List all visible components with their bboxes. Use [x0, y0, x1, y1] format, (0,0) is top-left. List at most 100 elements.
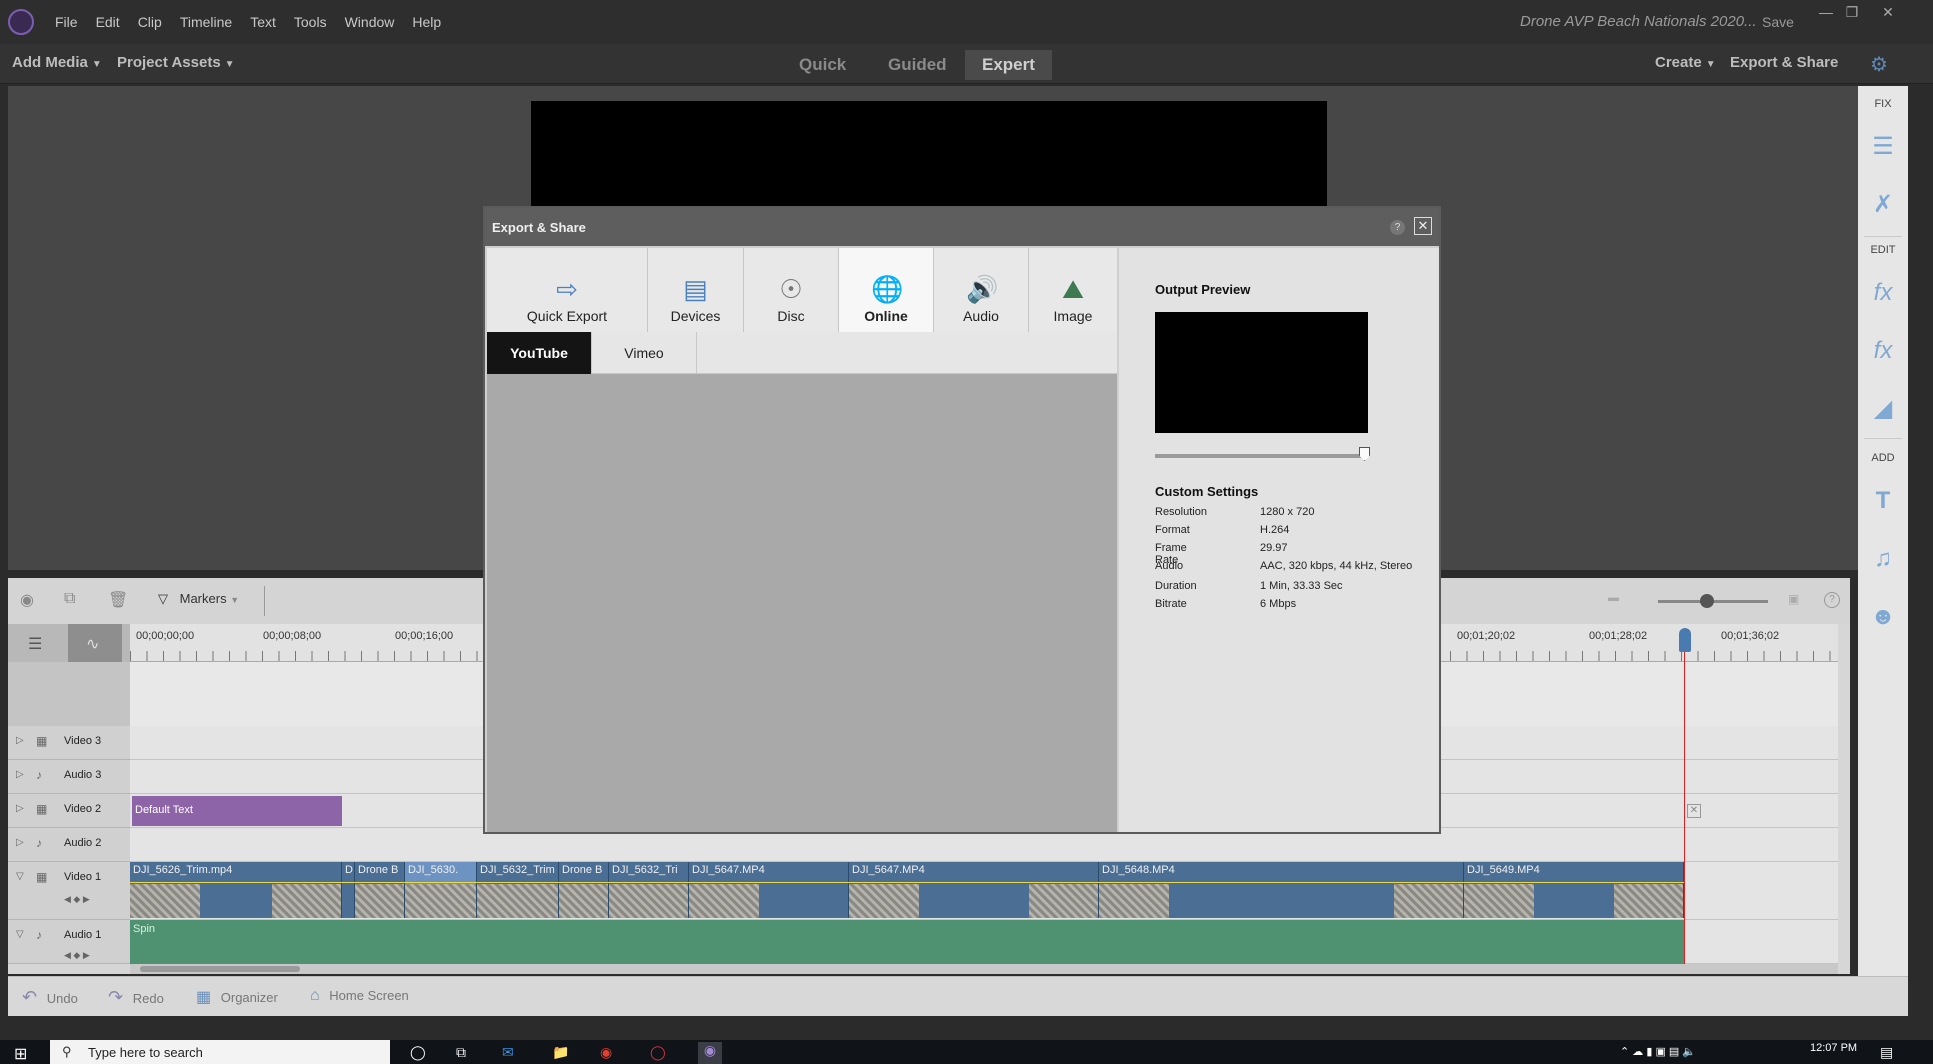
trash-icon[interactable]: 🗑 [108, 590, 128, 610]
tools-icon[interactable]: ✗ [1868, 190, 1898, 220]
create-button[interactable]: Create ▼ [1655, 54, 1716, 71]
notification-icon[interactable]: ▤ [1880, 1044, 1893, 1061]
outlook-icon[interactable]: ✉ [502, 1044, 514, 1061]
video-clip[interactable]: D [342, 862, 355, 918]
applied-effects-icon[interactable]: fx [1868, 278, 1898, 308]
menu-file[interactable]: File [55, 14, 78, 30]
video-clip[interactable]: DJI_5647.MP4 [689, 862, 849, 918]
audio-clip[interactable]: Spin [130, 920, 1684, 964]
playhead-handle[interactable] [1679, 628, 1691, 652]
organizer-button[interactable]: ▦ Organizer [196, 987, 278, 1007]
marker-x-icon[interactable]: ✕ [1687, 804, 1701, 818]
markers-dropdown[interactable]: ▽ Markers ▼ [158, 591, 239, 607]
text-clip[interactable]: Default Text [132, 796, 342, 826]
expand-icon[interactable]: ▷ [16, 837, 24, 848]
save-button[interactable]: Save [1762, 14, 1794, 30]
track-header-video-3[interactable]: ▷ ▦ Video 3 [8, 726, 130, 760]
effects-icon[interactable]: fx [1868, 336, 1898, 366]
redo-button[interactable]: ↷ Redo [108, 987, 164, 1008]
keyframe-nav-icon[interactable]: ◀ ◆ ▶ [64, 894, 90, 905]
menu-clip[interactable]: Clip [138, 14, 162, 30]
transitions-icon[interactable]: ◢ [1868, 394, 1898, 424]
menu-edit[interactable]: Edit [96, 14, 120, 30]
file-explorer-icon[interactable]: 📁 [552, 1044, 569, 1061]
track-header-video-1[interactable]: ▽ ▦ Video 1 ◀ ◆ ▶ [8, 862, 130, 920]
adjust-sliders-icon[interactable]: ☰ [1868, 132, 1898, 162]
help-icon[interactable]: ? [1824, 592, 1840, 608]
track-video-1[interactable]: DJI_5626_Trim.mp4 D Drone B DJI_5630. DJ… [130, 862, 1838, 920]
timeline-scrollbar[interactable] [130, 964, 1838, 974]
copy-icon[interactable]: ⧉ [64, 590, 75, 608]
video-monitor[interactable] [531, 101, 1327, 206]
category-image[interactable]: ⛰ Image [1029, 248, 1117, 332]
gear-icon[interactable]: ⚙ [1870, 52, 1888, 77]
premiere-elements-taskbar-icon[interactable]: ◉ [698, 1042, 722, 1064]
opacity-line[interactable] [130, 882, 1684, 883]
export-share-button[interactable]: Export & Share [1730, 54, 1838, 71]
clock[interactable]: 12:07 PM [1810, 1042, 1857, 1054]
track-header-audio-3[interactable]: ▷ ♪ Audio 3 [8, 760, 130, 794]
minimize-icon[interactable]: — [1812, 4, 1840, 24]
video-clip[interactable]: DJI_5647.MP4 [849, 862, 1099, 918]
category-audio[interactable]: 🔊 Audio [934, 248, 1029, 332]
menu-help[interactable]: Help [412, 14, 441, 30]
collapse-icon[interactable]: ▽ [16, 929, 24, 940]
menu-timeline[interactable]: Timeline [180, 14, 232, 30]
music-icon[interactable]: ♫ [1868, 544, 1898, 574]
category-disc[interactable]: ☉ Disc [744, 248, 839, 332]
menu-window[interactable]: Window [345, 14, 395, 30]
video-clip[interactable]: DJI_5632_Trim [477, 862, 559, 918]
taskbar-search[interactable]: ⚲ Type here to search [50, 1040, 390, 1064]
preview-scrubber-handle[interactable] [1359, 447, 1370, 461]
zoom-out-icon[interactable]: ▬ [1608, 592, 1619, 604]
graphics-icon[interactable]: ☻ [1868, 602, 1898, 632]
help-icon[interactable]: ? [1390, 220, 1405, 235]
scrollbar-thumb[interactable] [140, 966, 300, 972]
track-audio-1[interactable]: Spin [130, 920, 1838, 964]
tab-quick[interactable]: Quick [782, 50, 863, 80]
track-header-audio-1[interactable]: ▽ ♪ Audio 1 ◀ ◆ ▶ [8, 920, 130, 964]
audio-view-button[interactable]: ∿ [68, 624, 122, 662]
video-clip[interactable]: Drone B [355, 862, 405, 918]
track-view-icon[interactable]: ☰ [28, 634, 42, 654]
track-header-audio-2[interactable]: ▷ ♪ Audio 2 [8, 828, 130, 862]
collapse-icon[interactable]: ▽ [16, 871, 24, 882]
category-online[interactable]: 🌐 Online [839, 248, 934, 332]
window-close-icon[interactable]: ✕ [1874, 4, 1902, 24]
close-icon[interactable]: ✕ [1414, 217, 1432, 235]
tab-expert[interactable]: Expert [965, 50, 1052, 80]
video-clip[interactable]: DJI_5632_Tri [609, 862, 689, 918]
video-clip-selected[interactable]: DJI_5630. [405, 862, 477, 918]
expand-icon[interactable]: ▷ [16, 735, 24, 746]
category-quick-export[interactable]: ⇨ Quick Export [487, 248, 648, 332]
video-clip[interactable]: Drone B [559, 862, 609, 918]
titles-icon[interactable]: T [1868, 486, 1898, 516]
system-tray-icons[interactable]: ⌃ ☁ ▮ ▣ ▤ 🔈 [1620, 1045, 1696, 1058]
camera-icon[interactable]: ◉ [20, 590, 34, 610]
opera-icon[interactable]: ◯ [650, 1044, 666, 1061]
category-devices[interactable]: ▤ Devices [648, 248, 744, 332]
expand-icon[interactable]: ▷ [16, 803, 24, 814]
track-header-video-2[interactable]: ▷ ▦ Video 2 [8, 794, 130, 828]
video-clip[interactable]: DJI_5626_Trim.mp4 [130, 862, 342, 918]
tab-youtube[interactable]: YouTube [487, 332, 592, 374]
project-assets-button[interactable]: Project Assets ▼ [117, 54, 235, 71]
zoom-slider-handle[interactable] [1700, 594, 1714, 608]
video-clip[interactable]: DJI_5648.MP4 [1099, 862, 1464, 918]
preview-scrubber[interactable] [1155, 454, 1365, 458]
fit-icon[interactable]: ▣ [1788, 592, 1799, 606]
cortana-icon[interactable]: ◯ [410, 1044, 426, 1061]
app-logo-icon[interactable] [8, 9, 34, 35]
home-screen-button[interactable]: ⌂ Home Screen [310, 987, 409, 1005]
expand-icon[interactable]: ▷ [16, 769, 24, 780]
chrome-icon[interactable]: ◉ [600, 1044, 612, 1061]
video-clip[interactable]: DJI_5649.MP4 [1464, 862, 1684, 918]
windows-start-icon[interactable]: ⊞ [14, 1044, 27, 1064]
restore-icon[interactable]: ❐ [1838, 4, 1866, 24]
tab-vimeo[interactable]: Vimeo [592, 332, 697, 374]
menu-tools[interactable]: Tools [294, 14, 327, 30]
menu-text[interactable]: Text [250, 14, 276, 30]
task-view-icon[interactable]: ⧉ [456, 1044, 466, 1061]
keyframe-nav-icon[interactable]: ◀ ◆ ▶ [64, 950, 90, 961]
undo-button[interactable]: ↶ Undo [22, 987, 78, 1008]
